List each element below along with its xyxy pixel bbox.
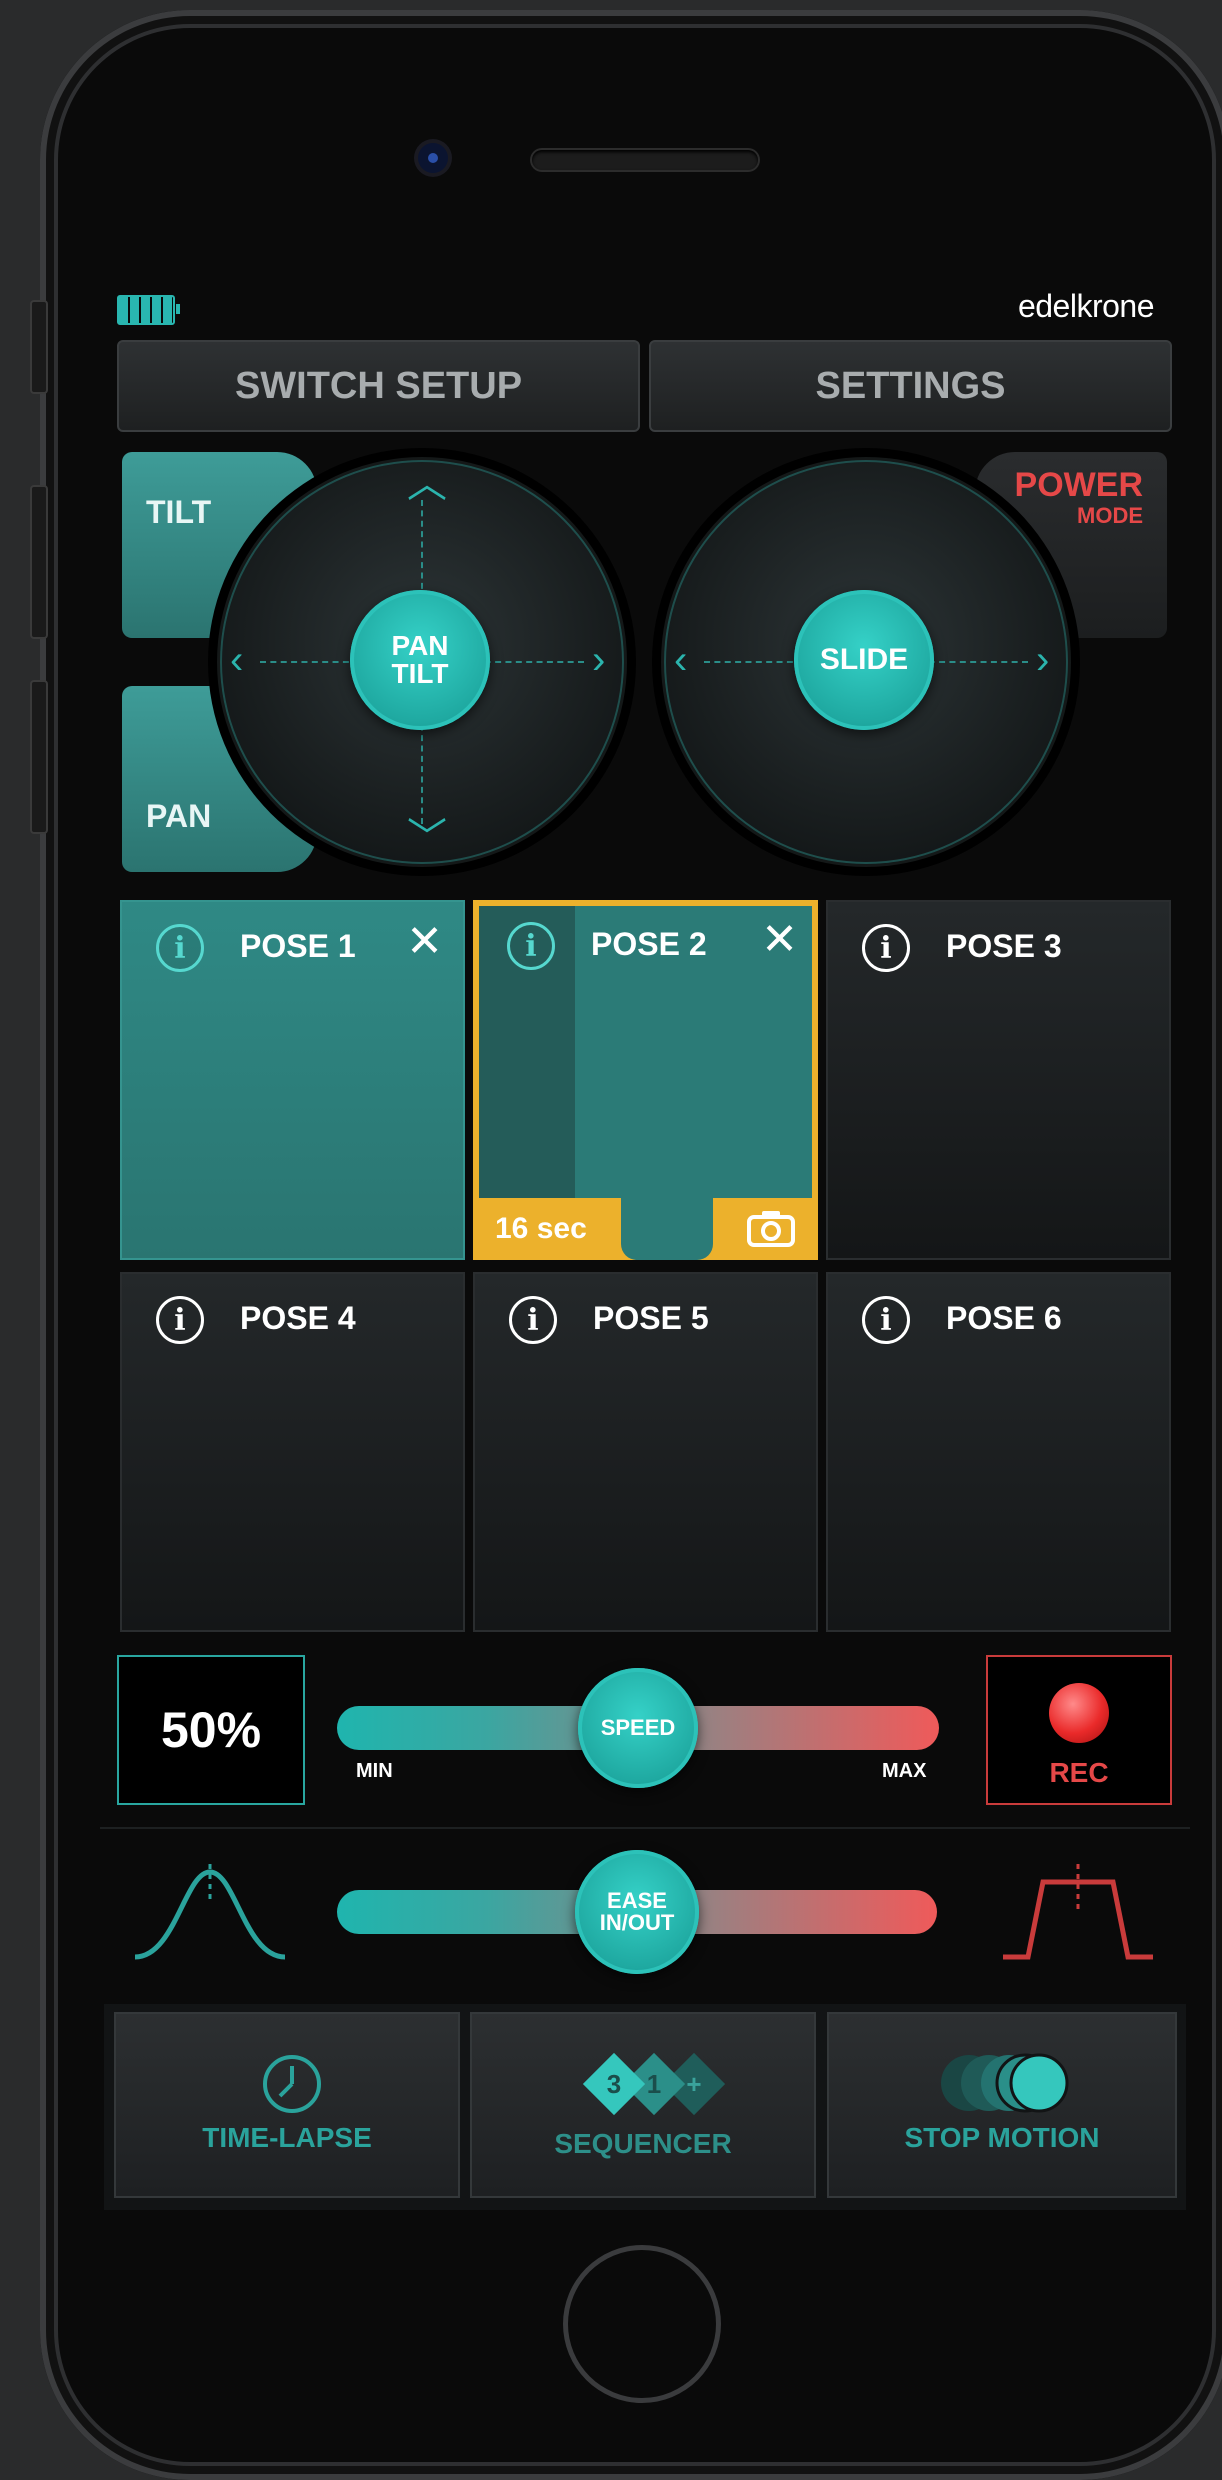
pan-tilt-joystick[interactable]: ︿ ﹀ ‹ › PAN TILT (220, 460, 624, 864)
ease-knob-line2: IN/OUT (599, 1910, 675, 1935)
side-button-volume-down (30, 680, 48, 834)
stop-motion-icon (941, 2053, 1069, 2113)
ease-curve-icon (134, 1864, 286, 1960)
record-dot-icon (1049, 1683, 1109, 1743)
record-button[interactable]: REC (986, 1655, 1172, 1805)
pan-tab-label: PAN (146, 798, 212, 834)
side-button-volume-up (30, 485, 48, 639)
brand-logo: edelkrone (1017, 288, 1155, 324)
sequencer-badge-2: 1 (647, 2069, 661, 2099)
ease-knob[interactable]: EASE IN/OUT (575, 1850, 699, 1974)
front-camera (418, 143, 448, 173)
info-icon[interactable]: i (507, 922, 555, 970)
info-icon[interactable]: i (862, 924, 910, 972)
pose-label: POSE 6 (946, 1300, 1062, 1336)
stop-motion-button[interactable]: STOP MOTION (827, 2012, 1177, 2198)
speed-knob[interactable]: SPEED (578, 1668, 698, 1788)
chevron-up-icon: ︿ (407, 462, 447, 506)
stop-motion-label: STOP MOTION (904, 2122, 1100, 2153)
earpiece-speaker (532, 150, 758, 170)
chevron-right-icon: › (592, 638, 606, 682)
switch-setup-button[interactable]: SWITCH SETUP (117, 340, 640, 432)
info-icon[interactable]: i (156, 1296, 204, 1344)
pan-tilt-knob[interactable]: PAN TILT (350, 590, 490, 730)
slide-knob[interactable]: SLIDE (794, 590, 934, 730)
sequencer-badge-3: + (686, 2069, 701, 2099)
section-divider (100, 1827, 1190, 1829)
record-label: REC (1049, 1757, 1109, 1788)
pose-tile-1[interactable]: i POSE 1 ✕ (120, 900, 465, 1260)
chevron-right-icon: › (1036, 638, 1050, 682)
slide-joystick[interactable]: ‹ › SLIDE (664, 460, 1068, 864)
pose-duration: 16 sec (495, 1212, 587, 1245)
settings-button[interactable]: SETTINGS (649, 340, 1172, 432)
info-icon[interactable]: i (156, 924, 204, 972)
clock-icon (263, 2055, 321, 2113)
close-icon[interactable]: ✕ (406, 920, 443, 964)
sequencer-button[interactable]: 3 1 + SEQUENCER (470, 2012, 816, 2198)
ease-knob-line1: EASE (607, 1888, 667, 1913)
pose-notch (621, 1194, 713, 1260)
sequencer-badge-1: 3 (607, 2069, 621, 2099)
pose-label: POSE 4 (240, 1300, 356, 1336)
side-button-mute (30, 300, 48, 394)
chevron-down-icon: ﹀ (407, 816, 447, 860)
pose-label: POSE 5 (593, 1300, 709, 1336)
battery-full-icon (117, 295, 180, 325)
pose-tile-5[interactable]: i POSE 5 (473, 1272, 818, 1632)
camera-icon[interactable] (746, 1208, 796, 1248)
info-icon[interactable]: i (509, 1296, 557, 1344)
linear-curve-icon (1003, 1864, 1153, 1960)
tilt-tab-label: TILT (146, 494, 212, 530)
chevron-left-icon: ‹ (674, 638, 688, 682)
speed-percent-display: 50% (117, 1655, 305, 1805)
speed-max-label: MAX (882, 1760, 927, 1782)
sequencer-label: SEQUENCER (554, 2128, 732, 2159)
timelapse-label: TIME-LAPSE (202, 2122, 372, 2153)
timelapse-button[interactable]: TIME-LAPSE (114, 2012, 460, 2198)
pose-label: POSE 1 (240, 928, 356, 964)
pose-tile-6[interactable]: i POSE 6 (826, 1272, 1171, 1632)
home-button[interactable] (563, 2245, 721, 2403)
pose-tile-2[interactable]: i POSE 2 ✕ 16 sec (473, 900, 818, 1260)
sequencer-icon: 3 1 + (582, 2052, 726, 2116)
info-icon[interactable]: i (862, 1296, 910, 1344)
pan-tilt-knob-line2: TILT (391, 658, 449, 689)
pose-tile-4[interactable]: i POSE 4 (120, 1272, 465, 1632)
pose-label: POSE 2 (591, 926, 707, 962)
pan-tilt-knob-line1: PAN (391, 630, 449, 661)
pose-tile-3[interactable]: i POSE 3 (826, 900, 1171, 1260)
close-icon[interactable]: ✕ (761, 918, 798, 962)
pose-label: POSE 3 (946, 928, 1062, 964)
speed-min-label: MIN (356, 1760, 393, 1782)
chevron-left-icon: ‹ (230, 638, 244, 682)
